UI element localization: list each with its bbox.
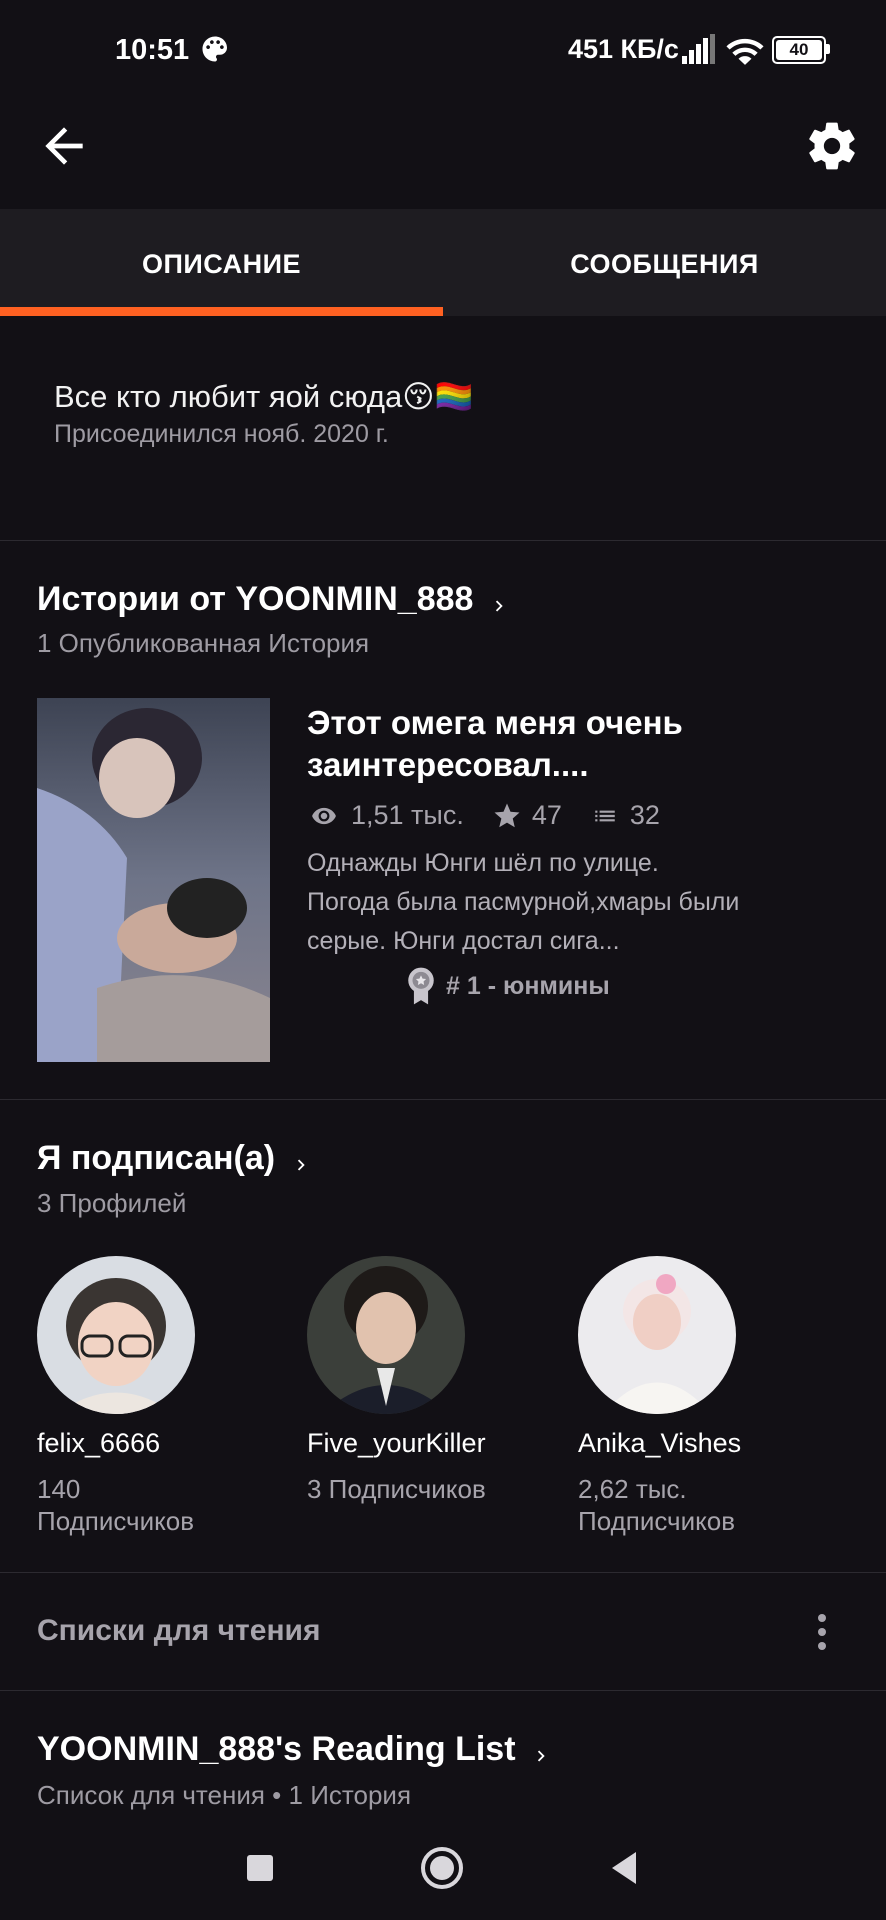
profile-card[interactable]: Five_yourKiller 3 Подписчиков: [307, 1256, 557, 1505]
list-icon: [595, 810, 615, 821]
status-time: 10:51: [115, 34, 190, 66]
eye-icon: [312, 807, 336, 824]
story-stats: 1,51 тыс. 47 32: [307, 800, 688, 831]
votes-count: 47: [531, 800, 562, 830]
reading-list-header[interactable]: YOONMIN_888's Reading List: [37, 1730, 552, 1772]
award-icon: [408, 967, 434, 1005]
stories-subtitle: 1 Опубликованная История: [37, 628, 370, 658]
divider: [0, 1690, 886, 1691]
chevron-right-icon: [537, 1750, 545, 1762]
divider: [0, 1099, 886, 1100]
battery-icon: 40: [772, 36, 832, 64]
stories-title: Истории от YOONMIN_888: [37, 580, 474, 618]
reads-stat: 1,51 тыс.: [307, 800, 464, 831]
avatar[interactable]: [578, 1256, 736, 1414]
following-subtitle: 3 Профилей: [37, 1188, 187, 1218]
story-rank-badge[interactable]: # 1 - юнмины: [404, 966, 610, 1006]
divider: [0, 540, 886, 541]
profile-followers: 140 Подписчиков: [37, 1474, 195, 1536]
profile-card[interactable]: felix_6666 140 Подписчиков: [37, 1256, 287, 1537]
nav-back-triangle-icon[interactable]: [608, 1850, 640, 1886]
profile-username[interactable]: felix_6666: [37, 1428, 287, 1459]
parts-stat: 32: [590, 800, 660, 831]
avatar[interactable]: [307, 1256, 465, 1414]
rank-text: # 1 - юнмины: [446, 971, 610, 1000]
signal-icon: [682, 34, 715, 64]
profile-username[interactable]: Five_yourKiller: [307, 1428, 557, 1459]
profile-followers: 3 Подписчиков: [307, 1474, 486, 1504]
joined-date: Присоединился нояб. 2020 г.: [54, 420, 389, 448]
reading-list-title: YOONMIN_888's Reading List: [37, 1730, 516, 1768]
story-cover-image[interactable]: [37, 698, 270, 1062]
reading-lists-label: Списки для чтения: [37, 1614, 321, 1647]
tab-bar: ОПИСАНИЕ СООБЩЕНИЯ: [0, 209, 886, 316]
parts-count: 32: [629, 800, 660, 830]
star-icon: [494, 803, 520, 827]
following-title: Я подписан(а): [37, 1139, 276, 1177]
home-circle-icon[interactable]: [420, 1846, 464, 1890]
story-title[interactable]: Этот омега меня очень заинтересовал....: [307, 702, 827, 786]
recent-apps-icon[interactable]: [246, 1854, 274, 1882]
profile-followers: 2,62 тыс. Подписчиков: [578, 1474, 736, 1536]
reads-count: 1,51 тыс.: [351, 800, 464, 830]
profile-description: Все кто любит яой сюда😚🏳️‍🌈: [54, 379, 474, 414]
tab-description[interactable]: ОПИСАНИЕ: [0, 209, 443, 316]
tab-messages[interactable]: СООБЩЕНИЯ: [443, 209, 886, 316]
battery-level: 40: [776, 40, 822, 60]
chevron-right-icon: [495, 600, 503, 612]
stories-header[interactable]: Истории от YOONMIN_888: [37, 580, 510, 622]
settings-gear-icon[interactable]: [800, 118, 864, 174]
status-bar: 10:51 451 КБ/с 40: [0, 0, 886, 100]
following-header[interactable]: Я подписан(а): [37, 1139, 312, 1181]
network-speed: 451 КБ/с: [568, 34, 679, 64]
active-tab-indicator: [0, 307, 443, 316]
more-options-icon[interactable]: [810, 1608, 834, 1656]
divider: [0, 1572, 886, 1573]
avatar[interactable]: [37, 1256, 195, 1414]
back-arrow-icon[interactable]: [36, 118, 92, 174]
profile-card[interactable]: Anika_Vishes 2,62 тыс. Подписчиков: [578, 1256, 828, 1537]
chevron-right-icon: [297, 1159, 305, 1171]
reading-list-subtitle: Список для чтения • 1 История: [37, 1780, 412, 1810]
story-blurb: Однажды Юнги шёл по улице. Погода была п…: [307, 849, 740, 955]
wifi-icon: [726, 38, 764, 65]
profile-username[interactable]: Anika_Vishes: [578, 1428, 828, 1459]
palette-icon: [202, 36, 227, 62]
votes-stat: 47: [492, 800, 562, 831]
